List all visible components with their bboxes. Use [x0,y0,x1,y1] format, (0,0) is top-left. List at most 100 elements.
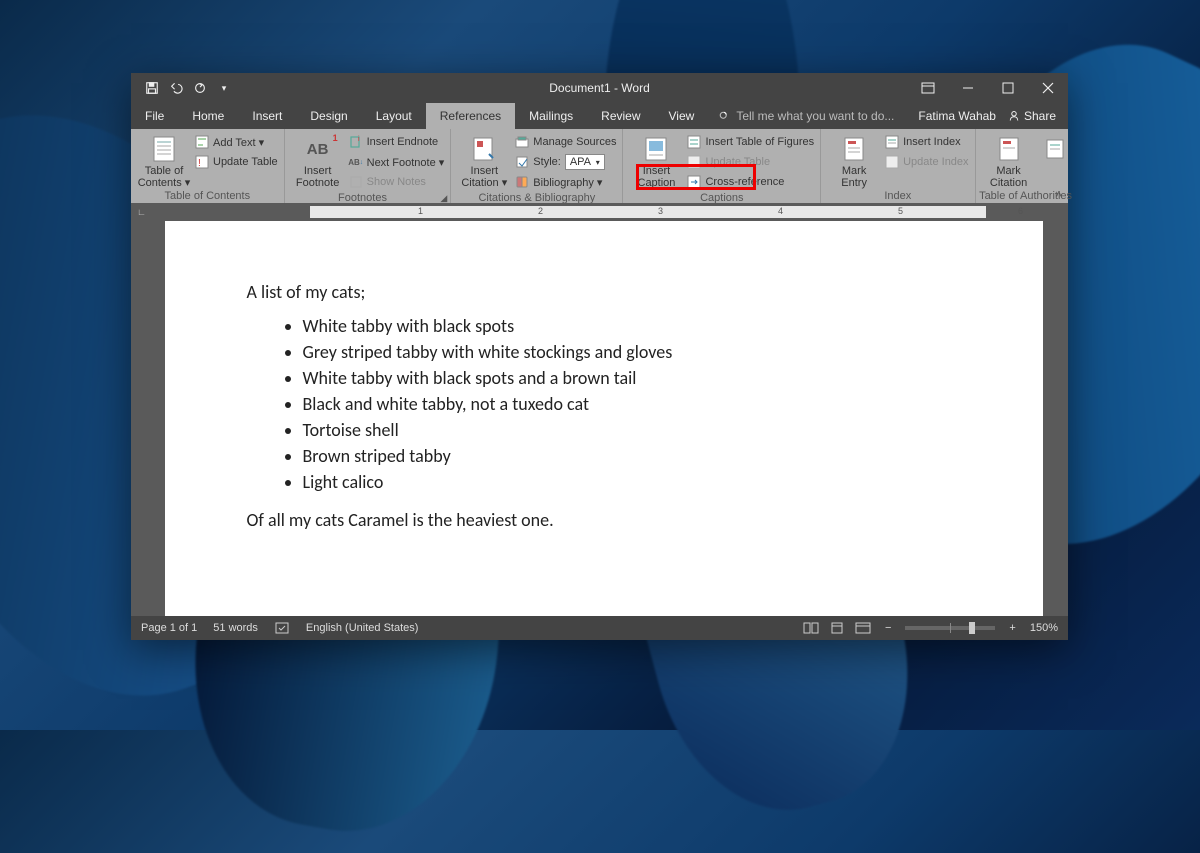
insert-footnote-button[interactable]: AB1 Insert Footnote [291,133,345,189]
next-footnote-button[interactable]: AB↓Next Footnote ▾ [349,153,445,171]
list-item[interactable]: Light calico [303,469,961,495]
tab-references[interactable]: References [426,103,515,129]
tell-me-search[interactable]: Tell me what you want to do... [708,103,894,129]
manage-sources-icon [515,135,529,149]
cross-reference-icon [687,175,701,189]
list-item[interactable]: Brown striped tabby [303,443,961,469]
save-icon[interactable] [145,81,159,95]
insert-endnote-button[interactable]: iInsert Endnote [349,133,445,151]
insert-index-button[interactable]: Insert Index [885,133,968,151]
zoom-slider[interactable] [905,626,995,630]
undo-icon[interactable] [169,81,183,95]
group-citations: Insert Citation ▾ Manage Sources Style: … [451,129,623,203]
ribbon-display-options-icon[interactable] [908,73,948,103]
tab-review[interactable]: Review [587,103,654,129]
status-word-count[interactable]: 51 words [213,622,258,634]
update-captions-table-button[interactable]: Update Table [687,153,814,171]
insert-citation-button[interactable]: Insert Citation ▾ [457,133,511,189]
tab-view[interactable]: View [655,103,709,129]
ribbon-tabs: File Home Insert Design Layout Reference… [131,103,1068,129]
status-bar: Page 1 of 1 51 words English (United Sta… [131,616,1068,640]
mark-entry-button[interactable]: Mark Entry [827,133,881,189]
tab-mailings[interactable]: Mailings [515,103,587,129]
manage-sources-button[interactable]: Manage Sources [515,133,616,151]
group-footnotes: AB1 Insert Footnote iInsert Endnote AB↓N… [285,129,452,203]
next-footnote-icon: AB↓ [349,155,363,169]
redo-icon[interactable] [193,81,207,95]
zoom-level[interactable]: 150% [1030,622,1058,634]
insert-toa-icon [1041,135,1069,163]
update-table2-icon [687,155,701,169]
show-notes-button[interactable]: Show Notes [349,173,445,191]
horizontal-ruler[interactable]: ∟ 1 2 3 4 5 6 [131,203,1068,221]
mark-citation-button[interactable]: Mark Citation [982,133,1036,189]
vertical-ruler[interactable] [131,221,149,616]
collapse-ribbon-icon[interactable]: ˄ [1056,189,1062,201]
insert-index-icon [885,135,899,149]
update-table-icon: ! [195,155,209,169]
svg-text:i: i [358,136,360,143]
maximize-icon[interactable] [988,73,1028,103]
citation-icon [470,135,498,163]
doc-outro-paragraph[interactable]: Of all my cats Caramel is the heaviest o… [247,509,961,531]
update-index-button[interactable]: Update Index [885,153,968,171]
status-page[interactable]: Page 1 of 1 [141,622,197,634]
tab-file[interactable]: File [131,103,178,129]
tell-me-placeholder: Tell me what you want to do... [736,109,894,123]
update-table-button[interactable]: !Update Table [195,153,278,171]
close-icon[interactable] [1028,73,1068,103]
add-text-button[interactable]: Add Text ▾ [195,133,278,151]
tab-home[interactable]: Home [178,103,238,129]
table-figures-icon [687,135,701,149]
tab-insert[interactable]: Insert [238,103,296,129]
add-text-icon [195,135,209,149]
footnote-icon: AB1 [304,135,332,163]
qat-dropdown-icon[interactable]: ▾ [217,81,231,95]
print-layout-icon[interactable] [829,621,845,635]
window-title: Document1 - Word [549,81,649,95]
list-item[interactable]: Tortoise shell [303,417,961,443]
list-item[interactable]: Black and white tabby, not a tuxedo cat [303,391,961,417]
signed-in-user[interactable]: Fatima Wahab [918,109,996,123]
document-page[interactable]: A list of my cats; White tabby with blac… [165,221,1043,616]
zoom-in-icon[interactable]: + [1005,622,1019,634]
tab-design[interactable]: Design [296,103,361,129]
doc-bullet-list[interactable]: White tabby with black spots Grey stripe… [247,313,961,495]
web-layout-icon[interactable] [855,621,871,635]
cross-reference-button[interactable]: Cross-reference [687,173,814,191]
group-captions: Insert Caption Insert Table of Figures U… [623,129,821,203]
toc-icon [150,135,178,163]
style-icon [515,155,529,169]
insert-caption-button[interactable]: Insert Caption [629,133,683,189]
citation-style-dropdown[interactable]: Style: APA▾ [515,153,616,171]
insert-table-of-figures-button[interactable]: Insert Table of Figures [687,133,814,151]
title-bar: ▾ Document1 - Word [131,73,1068,103]
read-mode-icon[interactable] [803,621,819,635]
status-language[interactable]: English (United States) [306,622,419,634]
window-controls [908,73,1068,103]
insert-table-of-authorities-button[interactable] [1040,133,1070,163]
caption-icon [642,135,670,163]
update-index-icon [885,155,899,169]
minimize-icon[interactable] [948,73,988,103]
list-item[interactable]: White tabby with black spots [303,313,961,339]
group-table-of-contents: Table of Contents ▾ Add Text ▾ !Update T… [131,129,285,203]
bibliography-button[interactable]: Bibliography ▾ [515,173,616,191]
list-item[interactable]: White tabby with black spots and a brown… [303,365,961,391]
list-item[interactable]: Grey striped tabby with white stockings … [303,339,961,365]
mark-entry-icon [840,135,868,163]
doc-intro-paragraph[interactable]: A list of my cats; [247,281,961,303]
endnote-icon: i [349,135,363,149]
group-index: Mark Entry Insert Index Update Index Ind… [821,129,975,203]
table-of-contents-button[interactable]: Table of Contents ▾ [137,133,191,189]
bibliography-icon [515,175,529,189]
tab-layout[interactable]: Layout [362,103,426,129]
document-area: A list of my cats; White tabby with blac… [131,221,1068,616]
quick-access-toolbar: ▾ [131,81,231,95]
zoom-out-icon[interactable]: − [881,622,895,634]
spellcheck-icon[interactable] [274,621,290,635]
svg-text:!: ! [198,158,201,169]
ribbon: Table of Contents ▾ Add Text ▾ !Update T… [131,129,1068,203]
word-window: ▾ Document1 - Word File Home Insert Desi… [131,73,1068,640]
share-button[interactable]: Share [1008,109,1056,123]
